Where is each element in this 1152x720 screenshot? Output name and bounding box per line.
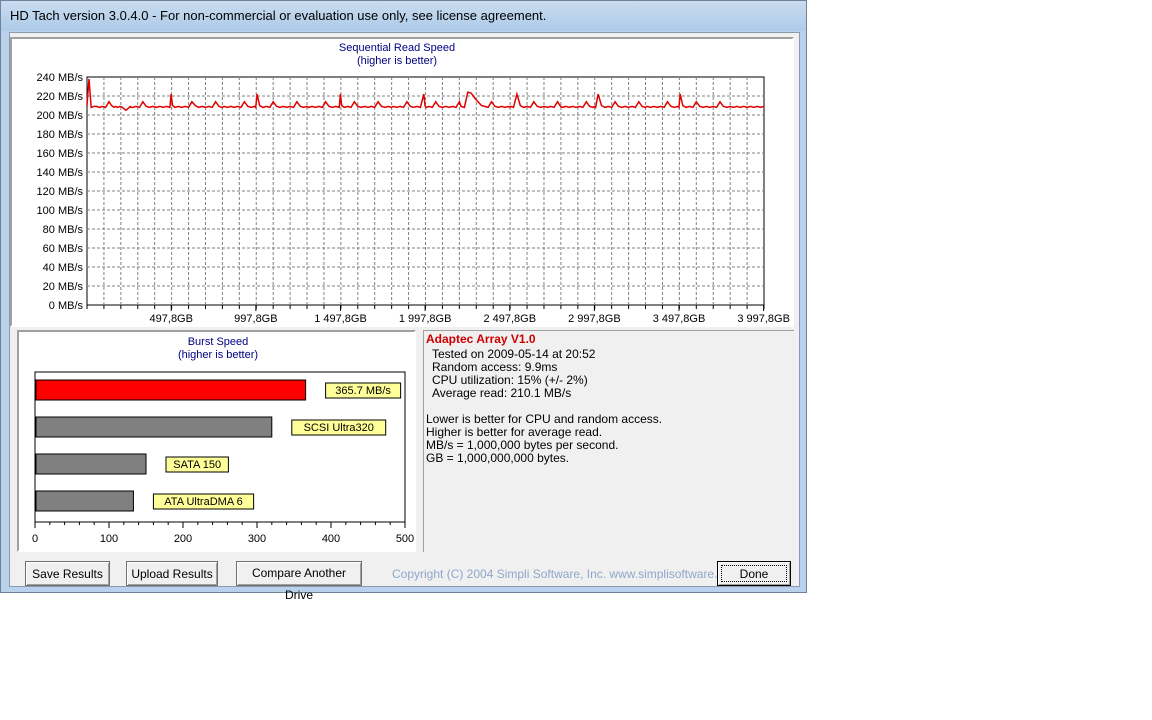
random-access: Random access: 9.9ms: [432, 360, 558, 374]
y-tick-label: 220 MB/s: [37, 91, 84, 103]
burst-chart-panel: Burst Speed (higher is better) 365.7 MB/…: [17, 330, 416, 552]
burst-bar: [35, 453, 147, 475]
results-info-panel: Adaptec Array V1.0 Tested on 2009-05-14 …: [423, 330, 794, 552]
sequential-chart-title: Sequential Read Speed: [339, 42, 455, 54]
burst-bar-label: ATA UltraDMA 6: [164, 496, 242, 508]
burst-bar: [35, 416, 273, 438]
window-title: HD Tach version 3.0.4.0 - For non-commer…: [10, 8, 547, 23]
burst-x-tick-label: 100: [100, 533, 118, 545]
x-tick-label: 497,8GB: [150, 313, 193, 325]
x-tick-label: 2 997,8GB: [568, 313, 621, 325]
drive-name: Adaptec Array V1.0: [426, 332, 536, 346]
x-tick-label: 997,8GB: [234, 313, 277, 325]
y-tick-label: 240 MB/s: [37, 72, 84, 84]
copyright-text: Copyright (C) 2004 Simpli Software, Inc.…: [392, 567, 741, 581]
app-window: HD Tach version 3.0.4.0 - For non-commer…: [0, 0, 807, 602]
sequential-chart-subtitle: (higher is better): [357, 55, 437, 67]
cpu-utilization: CPU utilization: 15% (+/- 2%): [432, 373, 588, 387]
x-tick-label: 1 997,8GB: [399, 313, 452, 325]
note-higher-better: Higher is better for average read.: [426, 425, 603, 439]
y-tick-label: 140 MB/s: [37, 167, 84, 179]
x-tick-label: 3 497,8GB: [653, 313, 706, 325]
burst-x-tick-label: 200: [174, 533, 192, 545]
burst-x-tick-label: 400: [322, 533, 340, 545]
x-tick-label: 3 997,8GB: [737, 313, 790, 325]
done-button[interactable]: Done: [717, 561, 791, 586]
title-bar[interactable]: HD Tach version 3.0.4.0 - For non-commer…: [1, 1, 806, 31]
note-mbs-definition: MB/s = 1,000,000 bytes per second.: [426, 438, 619, 452]
burst-bar-label: SATA 150: [173, 459, 221, 471]
tested-on: Tested on 2009-05-14 at 20:52: [432, 347, 596, 361]
note-gb-definition: GB = 1,000,000,000 bytes.: [426, 451, 570, 465]
y-tick-label: 20 MB/s: [43, 281, 84, 293]
compare-another-drive-button[interactable]: Compare Another Drive: [236, 561, 362, 602]
y-tick-label: 100 MB/s: [37, 205, 84, 217]
burst-x-tick-label: 300: [248, 533, 266, 545]
y-tick-label: 120 MB/s: [37, 186, 84, 198]
y-tick-label: 80 MB/s: [43, 224, 84, 236]
client-area: Sequential Read Speed (higher is better)…: [9, 32, 800, 602]
upload-results-button[interactable]: Upload Results: [126, 561, 218, 586]
burst-bar: [35, 490, 134, 512]
focus-rect: [721, 565, 787, 582]
average-read: Average read: 210.1 MB/s: [432, 386, 572, 400]
burst-bar-label: 365.7 MB/s: [335, 385, 391, 397]
x-tick-label: 2 497,8GB: [483, 313, 536, 325]
y-tick-label: 200 MB/s: [37, 110, 84, 122]
save-results-button[interactable]: Save Results: [25, 561, 110, 586]
y-tick-label: 60 MB/s: [43, 243, 84, 255]
note-lower-better: Lower is better for CPU and random acces…: [426, 412, 663, 426]
burst-chart-title: Burst Speed: [188, 336, 249, 348]
y-tick-label: 180 MB/s: [37, 129, 84, 141]
sequential-chart-panel: Sequential Read Speed (higher is better)…: [10, 37, 794, 327]
burst-speed-chart: Burst Speed (higher is better) 365.7 MB/…: [32, 336, 414, 545]
sequential-read-chart: Sequential Read Speed (higher is better)…: [37, 42, 790, 325]
y-tick-label: 40 MB/s: [43, 262, 84, 274]
x-tick-label: 1 497,8GB: [314, 313, 367, 325]
burst-x-tick-label: 0: [32, 533, 38, 545]
y-tick-label: 0 MB/s: [49, 300, 84, 312]
burst-chart-subtitle: (higher is better): [178, 349, 258, 361]
burst-bar-label: SCSI Ultra320: [304, 422, 374, 434]
burst-x-tick-label: 500: [396, 533, 414, 545]
y-tick-label: 160 MB/s: [37, 148, 84, 160]
burst-bar: [35, 379, 307, 401]
